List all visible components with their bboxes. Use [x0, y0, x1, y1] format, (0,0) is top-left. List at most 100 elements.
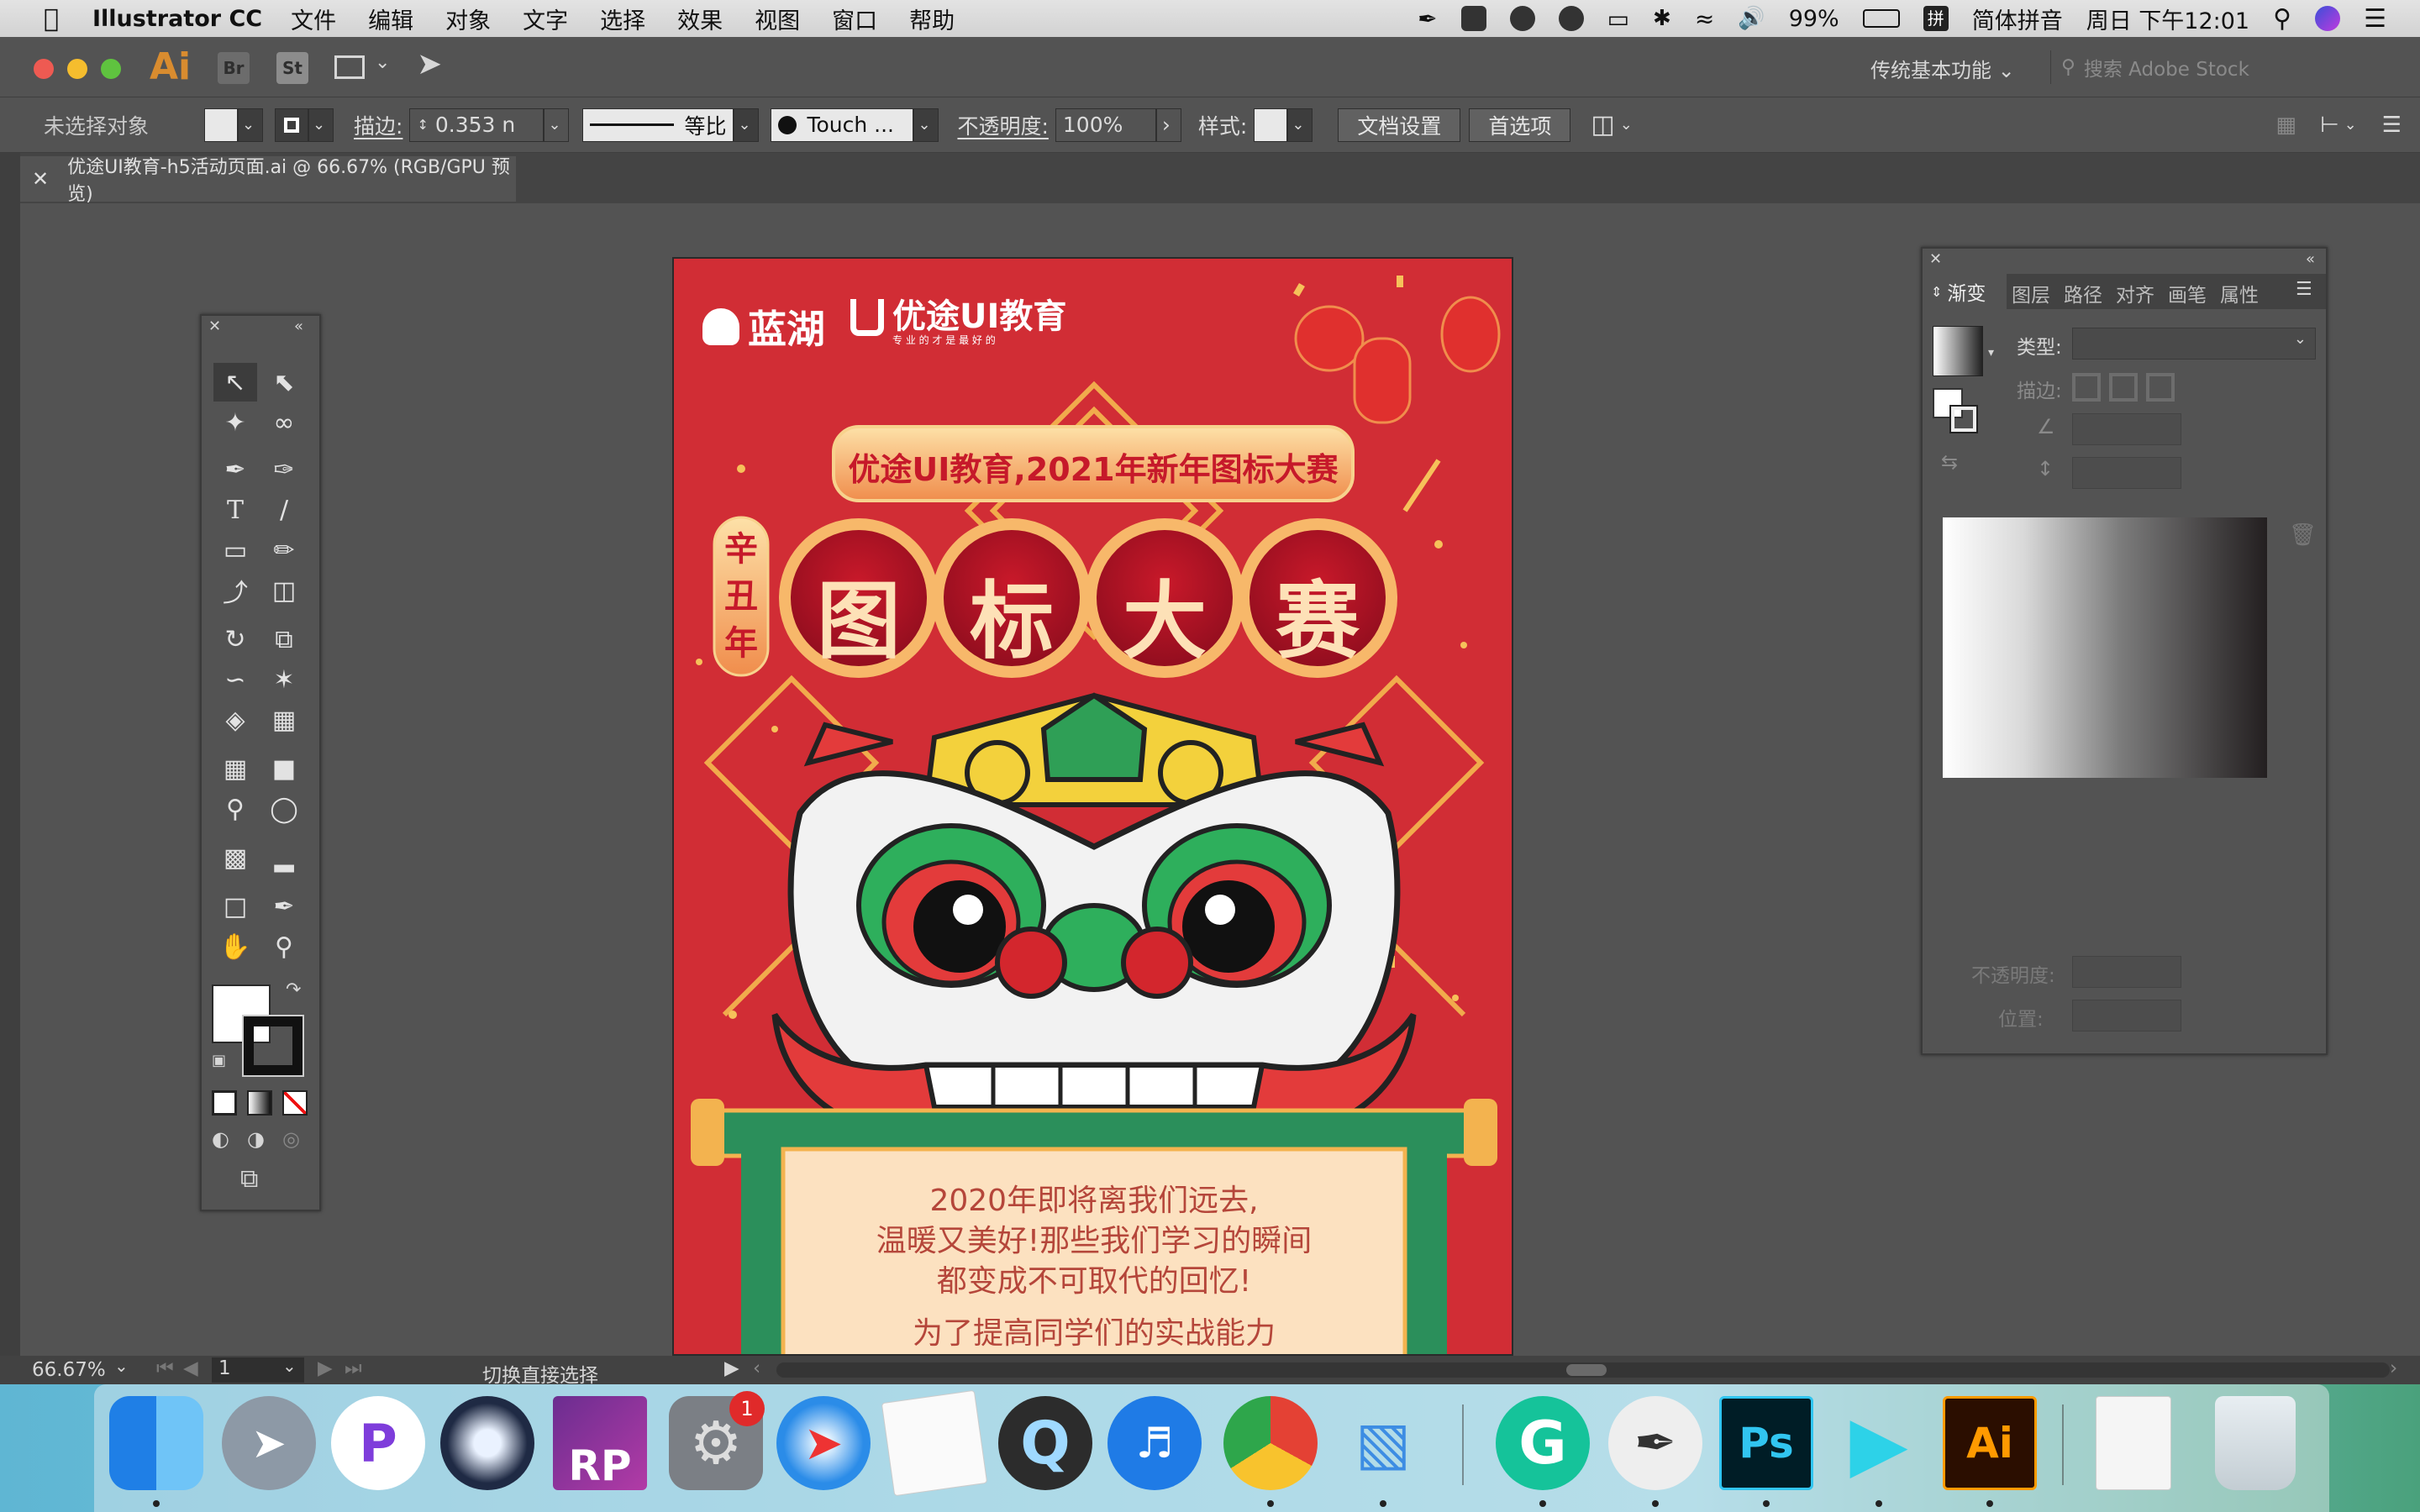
scrollbar-thumb[interactable]: [1566, 1364, 1607, 1376]
opacity-label[interactable]: 不透明度:: [957, 110, 1048, 140]
selection-tool-icon[interactable]: ↖: [213, 363, 257, 402]
spotlight-icon[interactable]: ⚲: [2273, 4, 2291, 34]
draw-inside-icon[interactable]: ◎: [282, 1127, 300, 1151]
style-dropdown[interactable]: ⌄: [1287, 108, 1313, 142]
stepper-icon[interactable]: ↕: [417, 117, 428, 133]
gradient-mode-button[interactable]: [247, 1090, 272, 1116]
artboard-tool-icon[interactable]: □: [213, 887, 257, 926]
close-panel-icon[interactable]: ✕: [1929, 250, 1942, 268]
menu-object[interactable]: 对象: [445, 3, 491, 35]
picsew-icon[interactable]: P: [331, 1396, 425, 1490]
hand-tool-icon[interactable]: ✋: [213, 927, 257, 966]
safari-icon[interactable]: ➤: [776, 1396, 871, 1490]
stock-search-input[interactable]: ⚲ 搜索 Adobe Stock: [2050, 50, 2420, 84]
scroll-left-icon[interactable]: ‹: [753, 1357, 760, 1379]
column-graph-tool-icon[interactable]: ▂: [262, 838, 306, 877]
close-panel-icon[interactable]: ✕: [208, 318, 221, 335]
airplay-icon[interactable]: ▭: [1607, 5, 1629, 33]
launchpad-icon[interactable]: ➤: [222, 1396, 316, 1490]
draw-behind-icon[interactable]: ◑: [247, 1127, 265, 1151]
status-menu-arrow-icon[interactable]: ▶: [724, 1357, 739, 1379]
stock-button[interactable]: St: [276, 52, 308, 84]
axure-rp-icon[interactable]: RP: [553, 1396, 647, 1490]
clock[interactable]: 周日 下午12:01: [2086, 3, 2249, 35]
battery-icon[interactable]: [1862, 9, 1900, 28]
input-method-label[interactable]: 简体拼音: [1972, 3, 2063, 35]
panel-menu-icon[interactable]: ☰: [2382, 113, 2402, 138]
battery-text[interactable]: 99%: [1789, 6, 1839, 32]
cinema4d-icon[interactable]: [440, 1396, 534, 1490]
first-artboard-icon[interactable]: ⏮: [156, 1357, 174, 1379]
none-mode-button[interactable]: [282, 1090, 308, 1116]
minimize-window-button[interactable]: [67, 59, 87, 79]
menu-edit[interactable]: 编辑: [368, 3, 413, 35]
video-player-icon[interactable]: ▶: [1832, 1396, 1926, 1490]
chevron-down-icon[interactable]: ⌄: [2344, 116, 2357, 134]
next-artboard-icon[interactable]: ▶: [318, 1357, 333, 1379]
chrome-icon[interactable]: [1223, 1396, 1318, 1490]
eraser-tool-icon[interactable]: ◫: [262, 571, 306, 610]
rotate-tool-icon[interactable]: ↻: [213, 620, 257, 659]
arrange-icon[interactable]: ◫: [1591, 110, 1614, 139]
bluetooth-icon[interactable]: ✱: [1653, 6, 1671, 31]
evernote-icon[interactable]: [1460, 6, 1486, 31]
gpu-performance-icon[interactable]: ➤: [417, 47, 442, 81]
collapse-panel-icon[interactable]: «: [2306, 250, 2315, 268]
grammarly-app-icon[interactable]: G: [1496, 1396, 1590, 1490]
menu-select[interactable]: 选择: [600, 3, 645, 35]
shield-icon[interactable]: [1509, 6, 1535, 31]
artboard[interactable]: 蓝湖 优途UI教育 专 业 的 才 是 最 好 的 优途UI教育,2021年新年…: [672, 257, 1513, 1356]
stroke-weight-input[interactable]: ↕ 0.353 n: [409, 108, 544, 142]
stroke-swatch[interactable]: [275, 108, 309, 142]
perspective-grid-tool-icon[interactable]: ▦: [262, 701, 306, 739]
shape-builder-tool-icon[interactable]: ◈: [213, 701, 257, 739]
curvature-tool-icon[interactable]: ✑: [262, 450, 306, 489]
lasso-tool-icon[interactable]: ∞: [262, 403, 306, 442]
keynote-icon[interactable]: ▧: [1336, 1396, 1430, 1490]
symbol-sprayer-tool-icon[interactable]: ▩: [213, 838, 257, 877]
document-stack-icon[interactable]: [2096, 1396, 2171, 1490]
stroke-label[interactable]: 描边:: [354, 110, 402, 140]
menu-effect[interactable]: 效果: [677, 3, 723, 35]
pen-app-icon[interactable]: ✒: [1608, 1396, 1702, 1490]
bridge-button[interactable]: Br: [218, 52, 250, 84]
menu-view[interactable]: 视图: [755, 3, 800, 35]
fill-swatch[interactable]: [204, 108, 239, 142]
graphic-style-swatch[interactable]: [1254, 108, 1288, 142]
align-grid-icon[interactable]: ▦: [2275, 113, 2296, 138]
color-mode-button[interactable]: [212, 1090, 237, 1116]
workspace-switcher[interactable]: 传统基本功能 ⌄: [1870, 54, 2015, 83]
pen-status-icon[interactable]: ✒: [1418, 5, 1437, 33]
stroke-weight-dropdown[interactable]: ⌄: [544, 108, 570, 142]
mesh-tool-icon[interactable]: ▦: [213, 749, 257, 788]
default-colors-icon[interactable]: ▣: [212, 1052, 226, 1069]
brush-definition[interactable]: Touch ...: [771, 108, 914, 142]
input-method-icon[interactable]: 拼: [1923, 6, 1949, 31]
gradient-slider[interactable]: [1943, 517, 2267, 778]
draw-normal-icon[interactable]: ◐: [212, 1127, 229, 1151]
siri-icon[interactable]: [2315, 6, 2341, 31]
chevron-down-icon[interactable]: ▾: [1988, 346, 1994, 360]
change-screen-mode-icon[interactable]: ⧉: [240, 1164, 258, 1194]
last-artboard-icon[interactable]: ⏭: [345, 1357, 362, 1379]
menu-help[interactable]: 帮助: [909, 3, 955, 35]
close-window-button[interactable]: [34, 59, 54, 79]
opacity-input[interactable]: 100%: [1055, 108, 1156, 142]
previous-artboard-icon[interactable]: ◀: [183, 1357, 198, 1379]
menu-type[interactable]: 文字: [523, 3, 568, 35]
tab-properties[interactable]: 属性: [2220, 279, 2259, 307]
stroke-dropdown[interactable]: ⌄: [308, 108, 334, 142]
photoshop-icon[interactable]: Ps: [1719, 1396, 1813, 1490]
zoom-level[interactable]: 66.67%: [32, 1359, 106, 1381]
app-menu[interactable]: Illustrator CC: [92, 6, 262, 32]
notification-center-icon[interactable]: ☰: [2364, 4, 2386, 34]
opacity-arrow[interactable]: ›: [1155, 108, 1181, 142]
stroke-indicator[interactable]: [1949, 405, 1978, 433]
arrange-documents-icon[interactable]: [334, 55, 365, 79]
rectangle-tool-icon[interactable]: ▭: [213, 531, 257, 570]
menu-window[interactable]: 窗口: [832, 3, 877, 35]
gradient-type-select[interactable]: ⌄: [2072, 328, 2316, 360]
collapse-panel-icon[interactable]: «: [294, 318, 303, 335]
fill-dropdown[interactable]: ⌄: [238, 108, 264, 142]
gradient-preview-swatch[interactable]: [1933, 326, 1983, 376]
